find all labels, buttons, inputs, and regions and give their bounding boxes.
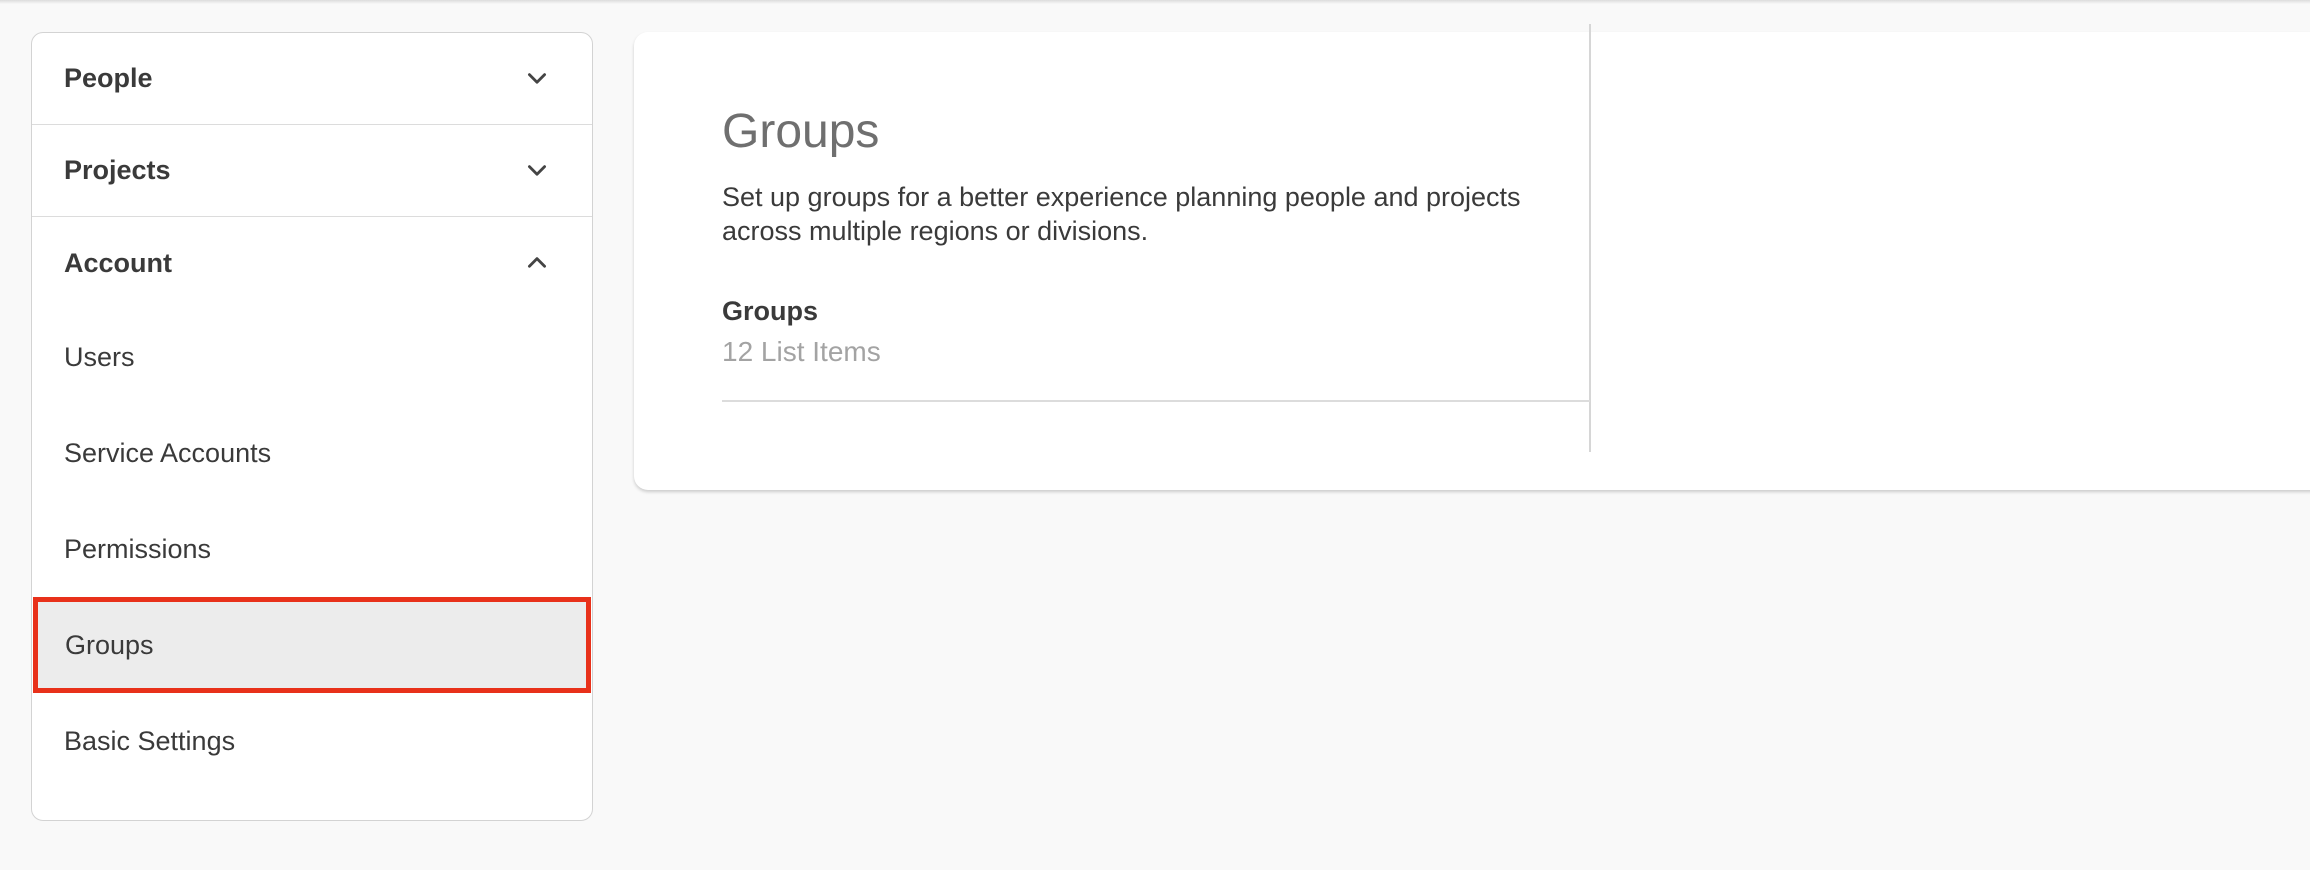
chevron-down-icon[interactable] [524, 66, 550, 92]
sidebar-item-service-accounts[interactable]: Service Accounts [32, 405, 592, 501]
page-description: Set up groups for a better experience pl… [722, 182, 1521, 246]
chevron-up-icon[interactable] [524, 250, 550, 276]
sidebar-section-people[interactable]: People [32, 33, 592, 125]
sidebar-section-label: People [64, 63, 153, 93]
panel-divider [1589, 24, 1591, 452]
sidebar-section-label: Account [64, 247, 172, 278]
list-divider [722, 400, 1590, 402]
sidebar-item-users[interactable]: Users [32, 309, 592, 405]
sidebar-section-label: Projects [64, 155, 171, 185]
groups-list-count: 12 List Items [722, 336, 881, 367]
sidebar-item-groups[interactable]: Groups [33, 597, 591, 693]
top-bar-shadow [0, 0, 2310, 4]
sidebar-item-permissions[interactable]: Permissions [32, 501, 592, 597]
sidebar-item-basic-settings[interactable]: Basic Settings [32, 693, 592, 789]
page-title: Groups [722, 105, 880, 158]
groups-list-label: Groups [722, 296, 819, 326]
chevron-down-icon[interactable] [524, 158, 550, 184]
sidebar-section-account[interactable]: Account [32, 217, 592, 309]
sidebar-section-projects[interactable]: Projects [32, 125, 592, 217]
groups-card: Groups Set up groups for a better experi… [634, 24, 2310, 490]
settings-sidebar: People Projects Account Users Service Ac… [31, 32, 593, 821]
